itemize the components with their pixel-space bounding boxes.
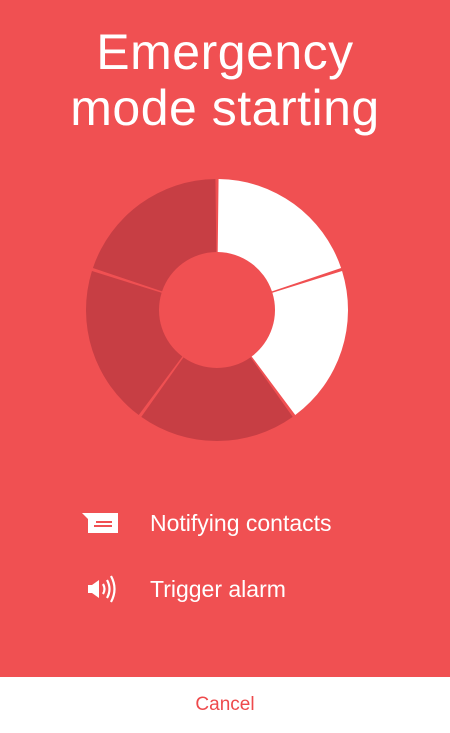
step-label: Trigger alarm [150,575,286,602]
step-notifying-contacts: Notifying contacts [80,508,332,538]
segment-complete [217,179,342,292]
message-icon [80,508,120,538]
step-trigger-alarm: Trigger alarm [80,574,286,604]
segment-pending [92,179,217,292]
progress-donut [86,179,348,441]
speaker-icon [80,574,120,604]
step-label: Notifying contacts [150,509,332,536]
footer-bar: Cancel [0,677,450,733]
cancel-button[interactable]: Cancel [195,694,254,716]
